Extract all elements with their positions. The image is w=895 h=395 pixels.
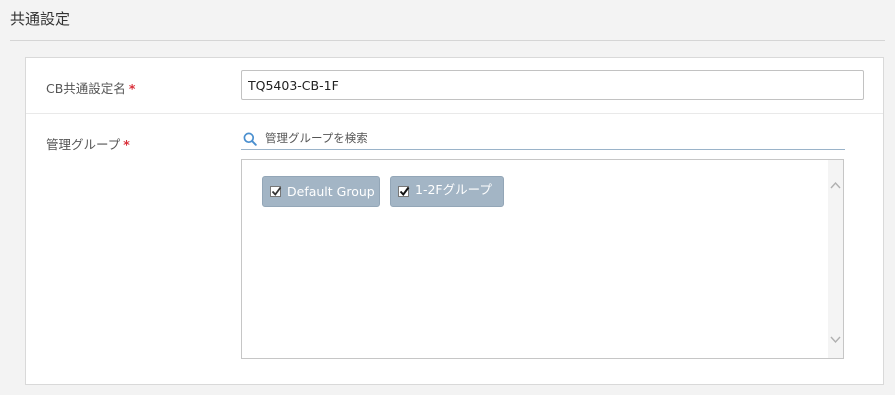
checkbox-checked-icon[interactable] (270, 186, 282, 197)
group-chip-label: Default Group (287, 184, 375, 199)
cb-name-input[interactable] (241, 70, 864, 100)
required-mark: * (128, 81, 136, 96)
required-mark: * (123, 137, 130, 152)
group-label: 管理グループ * (46, 134, 130, 153)
group-chip-1-2f-group[interactable]: 1-2Fグループ (390, 176, 504, 207)
search-icon (243, 131, 257, 146)
group-chip-default-group[interactable]: Default Group (262, 176, 380, 207)
checkbox-checked-icon[interactable] (398, 186, 410, 197)
section-divider (10, 40, 885, 41)
section-title: 共通設定 (10, 10, 71, 28)
group-search-input[interactable] (265, 129, 835, 147)
group-list-box: Default Group 1-2Fグループ (241, 159, 844, 359)
row-divider (26, 113, 883, 114)
settings-panel: CB共通設定名* 管理グループ* Default Group (25, 57, 884, 385)
group-search (241, 129, 845, 150)
group-chip-label: 1-2Fグループ (415, 182, 492, 197)
chevron-up-icon[interactable] (830, 176, 841, 189)
cb-name-label: CB共通設定名 * (46, 78, 135, 97)
group-label-text: 管理グループ (46, 137, 121, 152)
chevron-down-icon[interactable] (830, 330, 841, 344)
cb-name-label-text: CB共通設定名 (46, 81, 126, 96)
scrollbar[interactable] (828, 160, 843, 358)
